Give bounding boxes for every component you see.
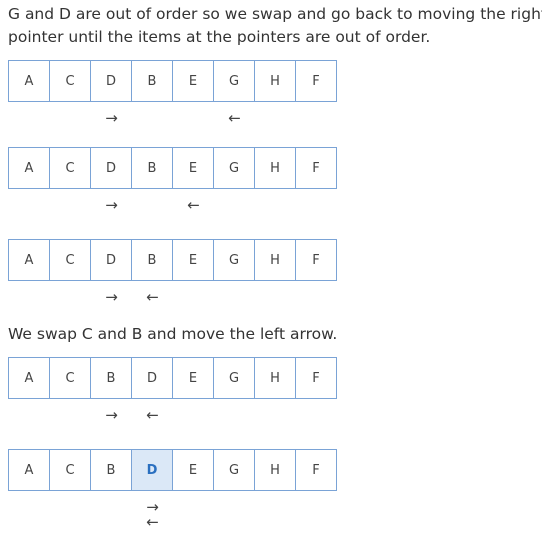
- array-cell: E: [173, 61, 214, 101]
- array-cell: F: [312, 73, 320, 89]
- array-row-4: ACBDEGHF: [8, 357, 337, 399]
- array-cell: H: [255, 240, 296, 280]
- array-cell: F: [312, 462, 320, 478]
- array-cell: H: [255, 61, 296, 101]
- array-cell: H: [255, 358, 296, 398]
- array-cell: B: [132, 61, 173, 101]
- intro-line-2: pointer until the items at the pointers …: [8, 28, 431, 46]
- array-cell: G: [214, 240, 255, 280]
- array-cell: F: [312, 160, 320, 176]
- left-pointer-arrow: →: [105, 406, 118, 424]
- array-cell: G: [214, 61, 255, 101]
- array-cell: B: [91, 450, 132, 490]
- right-pointer-arrow: ←: [146, 513, 159, 531]
- array-row-2: ACDBEGHF: [8, 147, 337, 189]
- array-cell: D: [132, 358, 173, 398]
- middle-text: We swap C and B and move the left arrow.: [8, 325, 338, 343]
- left-pointer-arrow: →: [105, 196, 118, 214]
- array-cell: D: [132, 450, 173, 490]
- array-cell: A: [9, 450, 50, 490]
- array-cell: H: [255, 148, 296, 188]
- array-cell: A: [9, 240, 50, 280]
- left-pointer-arrow: →: [105, 109, 118, 127]
- array-cell: C: [50, 450, 91, 490]
- array-cell: C: [50, 148, 91, 188]
- array-cell: B: [91, 358, 132, 398]
- array-cell: A: [9, 148, 50, 188]
- right-pointer-arrow: ←: [146, 406, 159, 424]
- array-cell: E: [173, 358, 214, 398]
- right-pointer-arrow: ←: [228, 109, 241, 127]
- array-cell: A: [9, 358, 50, 398]
- array-cell: C: [50, 358, 91, 398]
- array-cell: G: [214, 148, 255, 188]
- array-cell: D: [91, 61, 132, 101]
- array-cell: C: [50, 61, 91, 101]
- left-pointer-arrow: →: [105, 288, 118, 306]
- array-cell: F: [312, 370, 320, 386]
- right-pointer-arrow: ←: [187, 196, 200, 214]
- array-row-1: ACDBEGHF: [8, 60, 337, 102]
- array-cell: A: [9, 61, 50, 101]
- array-cell: C: [50, 240, 91, 280]
- array-cell: D: [91, 240, 132, 280]
- array-cell: E: [173, 240, 214, 280]
- array-cell: G: [214, 358, 255, 398]
- array-cell: B: [132, 240, 173, 280]
- array-cell: B: [132, 148, 173, 188]
- array-cell: D: [91, 148, 132, 188]
- array-cell: G: [214, 450, 255, 490]
- right-pointer-arrow: ←: [146, 288, 159, 306]
- array-cell: E: [173, 450, 214, 490]
- array-cell: H: [255, 450, 296, 490]
- array-cell: F: [312, 252, 320, 268]
- array-row-5: ACBDEGHF: [8, 449, 337, 491]
- intro-line-1: G and D are out of order so we swap and …: [8, 5, 542, 23]
- array-row-3: ACDBEGHF: [8, 239, 337, 281]
- array-cell: E: [173, 148, 214, 188]
